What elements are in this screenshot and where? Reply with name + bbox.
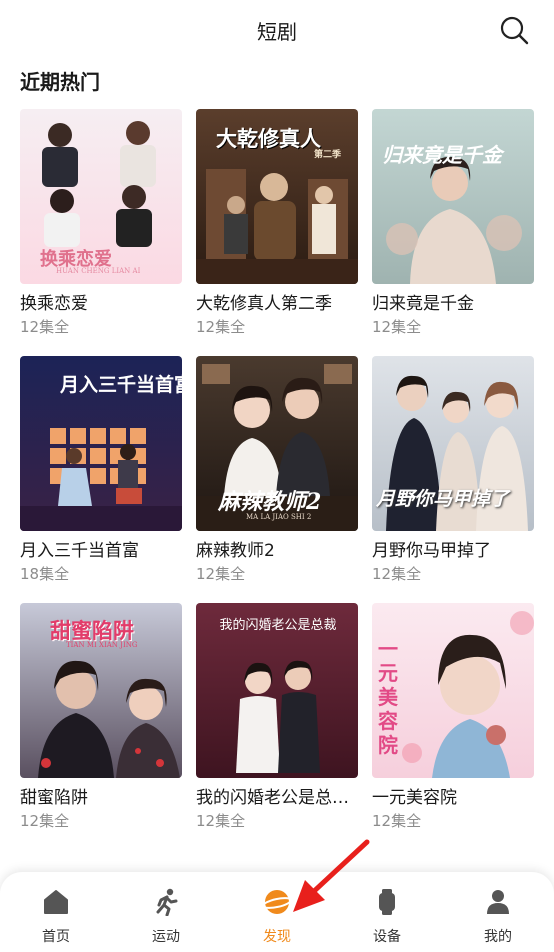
drama-title: 月野你马甲掉了: [372, 541, 491, 561]
drama-card[interactable]: 大乾修真人 第二季 大乾修真人第二季 12集全: [196, 109, 358, 337]
drama-title: 大乾修真人第二季: [196, 294, 332, 314]
poster-title-text: 月野你马甲掉了: [376, 488, 510, 510]
watch-icon: [373, 888, 401, 916]
tab-home[interactable]: 首页: [16, 872, 96, 952]
poster-subtitle-text: MA LA JIAO SHI 2: [246, 513, 312, 521]
episode-count: 12集全: [20, 318, 70, 336]
person-icon: [484, 888, 512, 916]
drama-card[interactable]: 麻辣教师2 MA LA JIAO SHI 2 麻辣教师2 12集全: [196, 356, 358, 584]
top-bar: 短剧: [0, 0, 554, 60]
poster-image[interactable]: 归来竟是千金: [372, 109, 534, 284]
drama-card[interactable]: 甜蜜陷阱 TIAN MI XIAN JING 甜蜜陷阱 12集全: [20, 603, 182, 831]
tab-sport[interactable]: 运动: [126, 872, 206, 952]
section-title: 近期热门: [20, 70, 100, 94]
drama-title: 换乘恋爱: [20, 294, 88, 314]
poster-title-text: 归来竟是千金: [382, 143, 502, 167]
poster-image[interactable]: 我的闪婚老公是总裁: [196, 603, 358, 778]
episode-count: 12集全: [372, 565, 422, 583]
tab-label: 发现: [263, 929, 291, 945]
episode-count: 18集全: [20, 565, 70, 583]
poster-image[interactable]: 月野你马甲掉了: [372, 356, 534, 531]
poster-title-text: 月入三千当首富: [60, 374, 182, 396]
episode-count: 12集全: [372, 812, 422, 830]
poster-subtitle-text: 第二季: [314, 150, 342, 160]
poster-image[interactable]: 大乾修真人 第二季: [196, 109, 358, 284]
drama-title: 月入三千当首富: [20, 541, 139, 561]
drama-title: 麻辣教师2: [196, 541, 275, 561]
drama-card[interactable]: 月野你马甲掉了 月野你马甲掉了 12集全: [372, 356, 534, 584]
poster-image[interactable]: 麻辣教师2 MA LA JIAO SHI 2: [196, 356, 358, 531]
poster-title-text: 麻辣教师2: [218, 489, 322, 515]
poster-image[interactable]: 甜蜜陷阱 TIAN MI XIAN JING: [20, 603, 182, 778]
running-icon: [152, 888, 180, 917]
drama-title: 一元美容院: [372, 788, 457, 808]
episode-count: 12集全: [20, 812, 70, 830]
poster-subtitle-text: TIAN MI XIAN JING: [66, 641, 138, 649]
drama-title: 归来竟是千金: [372, 294, 474, 314]
drama-card[interactable]: 一元美容院 一元美容院 12集全: [372, 603, 534, 831]
episode-count: 12集全: [196, 812, 246, 830]
discover-icon: [262, 888, 292, 916]
tab-discover[interactable]: 发现: [237, 872, 317, 952]
search-icon[interactable]: [496, 12, 532, 48]
drama-card[interactable]: 换乘恋爱 HUAN CHENG LIAN AI 换乘恋爱 12集全: [20, 109, 182, 337]
poster-image[interactable]: 一元美容院: [372, 603, 534, 778]
episode-count: 12集全: [196, 565, 246, 583]
tab-label: 我的: [484, 929, 512, 945]
drama-title: 甜蜜陷阱: [20, 788, 88, 808]
episode-count: 12集全: [372, 318, 422, 336]
tab-label: 运动: [152, 929, 180, 945]
drama-title: 我的闪婚老公是总…: [196, 788, 349, 808]
poster-title-text: 大乾修真人: [216, 126, 321, 151]
episode-count: 12集全: [196, 318, 246, 336]
poster-image[interactable]: 换乘恋爱 HUAN CHENG LIAN AI: [20, 109, 182, 284]
page-title: 短剧: [257, 20, 297, 44]
tab-label: 设备: [373, 929, 401, 945]
tab-label: 首页: [42, 929, 70, 945]
bottom-tab-bar: 首页 运动 发现 设备 我的: [0, 872, 554, 952]
drama-card[interactable]: 归来竟是千金 归来竟是千金 12集全: [372, 109, 534, 337]
poster-title-text: 我的闪婚老公是总裁: [219, 618, 337, 633]
drama-card[interactable]: 月入三千当首富 月入三千当首富 18集全: [20, 356, 182, 584]
home-icon: [42, 888, 70, 916]
tab-device[interactable]: 设备: [347, 872, 427, 952]
drama-card[interactable]: 我的闪婚老公是总裁 我的闪婚老公是总… 12集全: [196, 603, 358, 831]
poster-subtitle-text: HUAN CHENG LIAN AI: [56, 267, 141, 275]
tab-me[interactable]: 我的: [458, 872, 538, 952]
poster-image[interactable]: 月入三千当首富: [20, 356, 182, 531]
poster-title-text: 一元美容院: [378, 637, 398, 757]
